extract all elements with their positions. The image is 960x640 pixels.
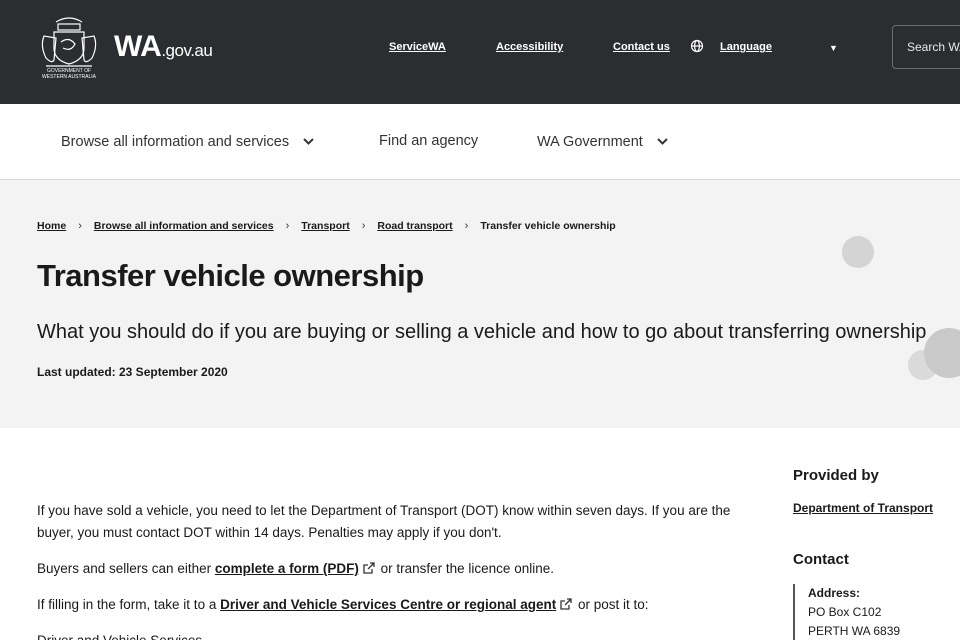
last-updated: Last updated: 23 September 2020	[37, 365, 228, 379]
options-text-before: Buyers and sellers can either	[37, 561, 215, 576]
nav-government-label: WA Government	[537, 134, 643, 150]
contact-us-link[interactable]: Contact us	[613, 41, 670, 53]
logo-caption-line2: WESTERN AUSTRALIA	[42, 74, 97, 80]
external-link-icon	[363, 562, 375, 574]
nav-browse-services[interactable]: Browse all information and services	[61, 133, 314, 150]
nav-find-agency[interactable]: Find an agency	[379, 133, 478, 149]
language-selector[interactable]: Language	[720, 41, 772, 53]
site-domain: .gov.au	[161, 41, 213, 60]
form-text-before: If filling in the form, take it to a	[37, 597, 221, 612]
site-name[interactable]: WA.gov.au	[114, 30, 213, 64]
address-label: Address:	[808, 586, 861, 600]
search-input[interactable]: Search WA	[892, 25, 960, 69]
contact-address-box: Address: PO Box C102 PERTH WA 6839	[793, 584, 900, 640]
form-paragraph: If filling in the form, take it to a Dri…	[37, 594, 737, 616]
options-paragraph: Buyers and sellers can either complete a…	[37, 558, 737, 580]
breadcrumb-browse[interactable]: Browse all information and services	[94, 220, 274, 232]
chevron-down-icon	[657, 133, 668, 149]
nav-browse-label: Browse all information and services	[61, 134, 290, 150]
nav-wa-government[interactable]: WA Government	[537, 133, 668, 150]
service-centre-link[interactable]: Driver and Vehicle Services Centre or re…	[220, 597, 556, 612]
breadcrumb: Home › Browse all information and services…	[37, 220, 616, 232]
chevron-right-icon: ›	[285, 220, 290, 232]
department-of-transport-link[interactable]: Department of Transport	[793, 501, 933, 515]
external-link-icon	[560, 598, 572, 610]
accessibility-link[interactable]: Accessibility	[496, 41, 563, 53]
globe-icon	[690, 39, 704, 53]
form-text-after: or post it to:	[574, 597, 649, 612]
main-navigation: Browse all information and services Find…	[0, 104, 960, 180]
wa-government-crest-logo[interactable]: GOVERNMENT OF WESTERN AUSTRALIA	[36, 14, 102, 80]
page-subtitle: What you should do if you are buying or …	[37, 321, 927, 343]
touch-hand-icon	[842, 236, 874, 268]
page-hero: Home › Browse all information and services…	[0, 180, 960, 428]
address-line-2: PERTH WA 6839	[808, 624, 901, 638]
complete-form-pdf-link[interactable]: complete a form (PDF)	[215, 561, 359, 576]
servicewa-link[interactable]: ServiceWA	[389, 41, 446, 53]
breadcrumb-home[interactable]: Home	[37, 220, 66, 232]
main-content: If you have sold a vehicle, you need to …	[37, 500, 737, 640]
options-text-after: or transfer the licence online.	[376, 561, 554, 576]
contact-heading: Contact	[793, 551, 849, 568]
chevron-right-icon: ›	[464, 220, 469, 232]
chevron-down-icon	[303, 133, 314, 149]
address-heading-text: Driver and Vehicle Services	[37, 630, 737, 640]
site-header: GOVERNMENT OF WESTERN AUSTRALIA WA.gov.a…	[0, 0, 960, 104]
breadcrumb-road-transport[interactable]: Road transport	[377, 220, 452, 232]
chevron-right-icon: ›	[78, 220, 82, 232]
breadcrumb-transport[interactable]: Transport	[301, 220, 349, 232]
chevron-right-icon: ›	[361, 220, 366, 232]
breadcrumb-current: Transfer vehicle ownership	[480, 220, 616, 232]
page-title: Transfer vehicle ownership	[37, 258, 424, 293]
site-name-wa: WA	[114, 30, 162, 63]
intro-paragraph: If you have sold a vehicle, you need to …	[37, 503, 731, 540]
address-line-1: PO Box C102	[808, 605, 882, 619]
provided-by-heading: Provided by	[793, 467, 879, 484]
chevron-down-icon[interactable]: ▼	[829, 43, 838, 53]
